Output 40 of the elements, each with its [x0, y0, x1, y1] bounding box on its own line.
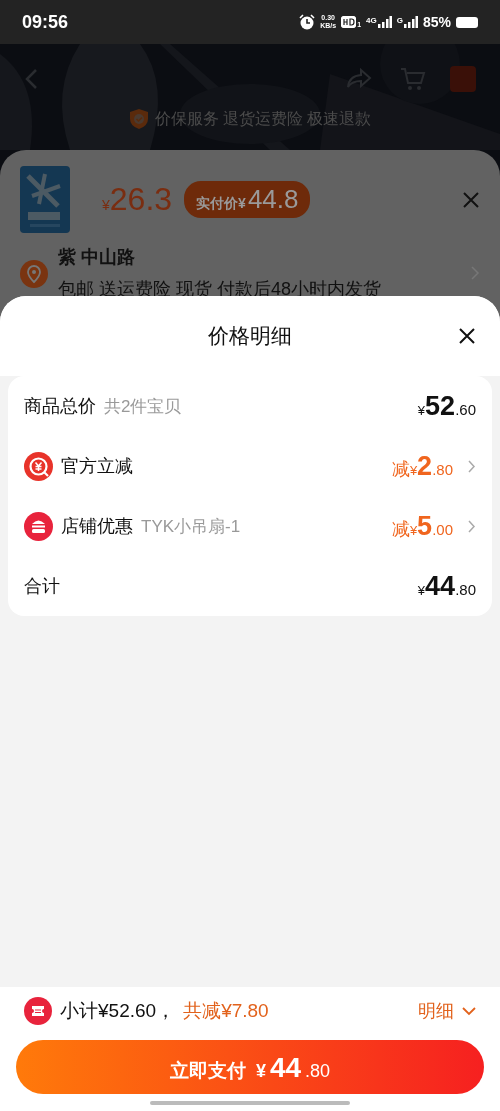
shield-check-icon	[128, 108, 149, 130]
price-amount: ¥52.60	[417, 390, 476, 422]
discount-amount: 减¥2.80	[391, 450, 453, 482]
chevron-right-icon[interactable]	[467, 518, 476, 534]
signal-icon	[377, 16, 392, 28]
network-type: G	[396, 16, 403, 25]
pay-now-button[interactable]: 立即支付 ¥44.80	[16, 1040, 484, 1094]
subtotal-text: 小计¥52.60，	[60, 999, 176, 1023]
row-label: 商品总价	[24, 395, 96, 418]
shop-icon	[24, 511, 53, 541]
hd-icon	[341, 16, 357, 28]
row-label: 官方立减	[61, 455, 133, 478]
ticket-icon	[24, 997, 52, 1025]
row-note: TYK小吊扇-1	[141, 515, 241, 538]
price-amount: ¥44.80	[417, 570, 476, 602]
share-icon[interactable]	[346, 68, 372, 90]
total-discount-text: 共减¥7.80	[183, 999, 269, 1023]
sheet-title: 价格明细	[208, 323, 292, 349]
product-price: ¥26.3	[102, 181, 173, 218]
location-pin-icon	[20, 260, 48, 288]
row-label: 合计	[24, 575, 60, 598]
clock-time: 09:56	[22, 11, 69, 33]
yuan-coupon-icon	[24, 451, 53, 481]
discount-amount: 减¥5.00	[391, 510, 453, 542]
paid-price-tag: 实付价¥44.8	[184, 181, 311, 218]
home-indicator[interactable]	[150, 1101, 350, 1105]
row-note: 共2件宝贝	[104, 395, 182, 418]
network-type: 4G	[366, 16, 377, 25]
signal-icon	[403, 16, 418, 28]
battery-icon	[456, 16, 478, 28]
alarm-icon	[299, 14, 316, 30]
details-toggle[interactable]: 明细	[418, 999, 476, 1023]
address-text: 紫 中山路	[58, 246, 136, 269]
close-icon[interactable]	[458, 327, 476, 345]
back-icon[interactable]	[24, 68, 38, 90]
chevron-right-icon[interactable]	[467, 458, 476, 474]
chevron-down-icon	[462, 1006, 476, 1016]
row-label: 店铺优惠	[61, 515, 133, 538]
cart-icon[interactable]	[400, 67, 426, 91]
battery-percent: 85%	[422, 14, 451, 30]
